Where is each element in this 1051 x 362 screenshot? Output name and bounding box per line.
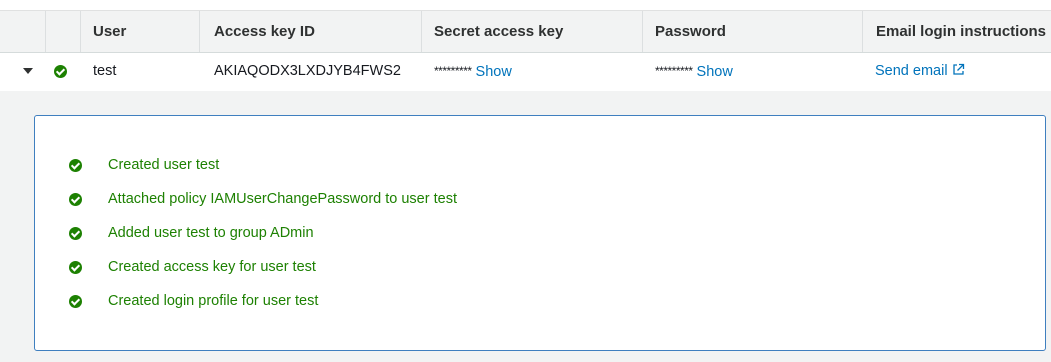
send-email-link[interactable]: Send email	[875, 63, 948, 79]
table-header: User Access key ID Secret access key Pas…	[0, 10, 1051, 53]
external-link-icon[interactable]	[952, 63, 965, 76]
column-header-password[interactable]: Password	[645, 11, 726, 52]
secret-access-key-cell: ********* Show	[434, 53, 512, 91]
column-header-access-key-id[interactable]: Access key ID	[204, 11, 315, 52]
secret-key-mask: *********	[434, 64, 472, 78]
column-divider	[642, 11, 643, 52]
iam-users-result-page: User Access key ID Secret access key Pas…	[0, 0, 1051, 362]
check-circle-icon	[54, 65, 67, 78]
chevron-down-icon[interactable]	[23, 68, 33, 74]
log-message-text: Attached policy IAMUserChangePassword to…	[108, 191, 457, 207]
column-header-user[interactable]: User	[83, 11, 126, 52]
log-message-text: Created login profile for user test	[108, 293, 319, 309]
password-cell: ********* Show	[655, 53, 733, 91]
check-circle-icon	[69, 227, 82, 240]
column-divider	[45, 11, 46, 52]
column-divider	[862, 11, 863, 52]
user-name-cell: test	[93, 63, 117, 79]
check-circle-icon	[69, 159, 82, 172]
password-mask: *********	[655, 64, 693, 78]
column-header-secret-access-key[interactable]: Secret access key	[424, 11, 563, 52]
creation-log-panel: Created user test Attached policy IAMUse…	[34, 115, 1046, 351]
access-key-id-cell: AKIAQODX3LXDJYB4FWS2	[214, 63, 401, 79]
column-divider	[80, 11, 81, 52]
show-secret-key-link[interactable]: Show	[476, 64, 512, 80]
column-divider	[421, 11, 422, 52]
row-detail-area: Created user test Attached policy IAMUse…	[0, 91, 1051, 362]
check-circle-icon	[69, 261, 82, 274]
table-row: test AKIAQODX3LXDJYB4FWS2 ********* Show …	[0, 53, 1051, 91]
column-divider	[199, 11, 200, 52]
show-password-link[interactable]: Show	[697, 64, 733, 80]
check-circle-icon	[69, 295, 82, 308]
log-message-text: Created access key for user test	[108, 259, 316, 275]
log-message-text: Added user test to group ADmin	[108, 225, 314, 241]
log-message-text: Created user test	[108, 157, 220, 173]
email-login-instructions-cell: Send email	[875, 53, 965, 91]
check-circle-icon	[69, 193, 82, 206]
column-header-email-login-instructions[interactable]: Email login instructions	[866, 11, 1046, 52]
